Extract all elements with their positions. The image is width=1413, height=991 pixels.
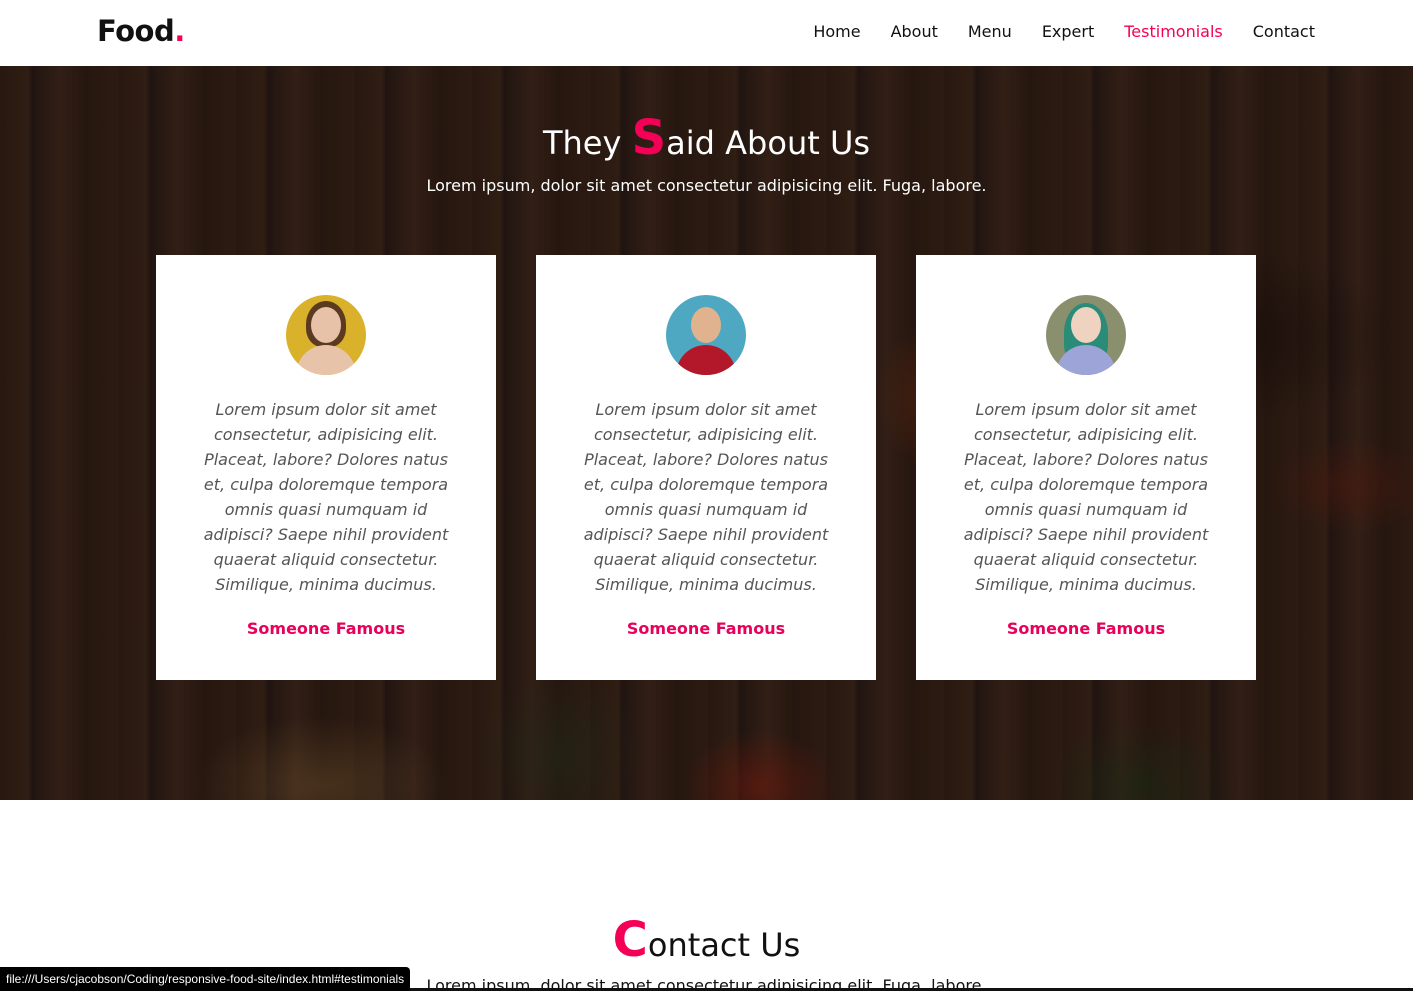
testimonial-author: Someone Famous	[1006, 619, 1166, 638]
title-first-letter: S	[631, 110, 667, 166]
testimonial-card: Lorem ipsum dolor sit amet consectetur, …	[916, 255, 1256, 680]
testimonials-header: They Said About Us Lorem ipsum, dolor si…	[0, 110, 1413, 195]
testimonial-quote: Lorem ipsum dolor sit amet consectetur, …	[583, 400, 829, 594]
logo-text: Food	[97, 14, 175, 48]
nav-link-expert[interactable]: Expert	[1042, 22, 1094, 41]
title-rest: aid About Us	[666, 124, 871, 162]
nav-link-about[interactable]: About	[891, 22, 938, 41]
testimonial-author: Someone Famous	[626, 619, 786, 638]
browser-status-url: file:///Users/cjacobson/Coding/responsiv…	[0, 967, 411, 991]
navbar: Food. Home About Menu Expert Testimonial…	[0, 0, 1413, 66]
testimonial-card: Lorem ipsum dolor sit amet consectetur, …	[156, 255, 496, 680]
title-first-letter: C	[612, 912, 648, 968]
nav-link-testimonials[interactable]: Testimonials	[1124, 22, 1223, 41]
testimonials-section: They Said About Us Lorem ipsum, dolor si…	[0, 66, 1413, 800]
testimonial-cards: Lorem ipsum dolor sit amet consectetur, …	[156, 255, 1256, 680]
nav-link-contact[interactable]: Contact	[1253, 22, 1315, 41]
logo-link[interactable]: Food.	[97, 14, 185, 48]
testimonial-author: Someone Famous	[246, 619, 406, 638]
avatar	[1046, 295, 1126, 375]
testimonial-card: Lorem ipsum dolor sit amet consectetur, …	[536, 255, 876, 680]
contact-title: Contact Us	[0, 912, 1413, 968]
testimonials-title: They Said About Us	[0, 110, 1413, 166]
nav-links: Home About Menu Expert Testimonials Cont…	[813, 22, 1315, 41]
testimonial-quote: Lorem ipsum dolor sit amet consectetur, …	[963, 400, 1209, 594]
testimonial-quote: Lorem ipsum dolor sit amet consectetur, …	[203, 400, 449, 594]
avatar	[666, 295, 746, 375]
testimonials-subtitle: Lorem ipsum, dolor sit amet consectetur …	[426, 176, 987, 195]
nav-link-menu[interactable]: Menu	[968, 22, 1012, 41]
logo-dot: .	[174, 14, 185, 48]
title-rest: ontact Us	[647, 926, 801, 964]
title-prefix: They	[542, 124, 632, 162]
avatar	[286, 295, 366, 375]
nav-link-home[interactable]: Home	[813, 22, 860, 41]
